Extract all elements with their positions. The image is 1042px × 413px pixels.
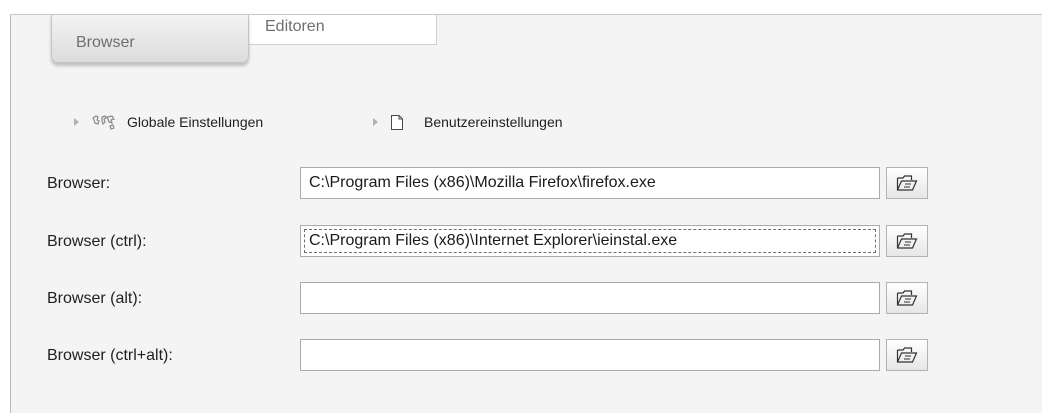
browser-browse-button[interactable] [886, 167, 928, 199]
breadcrumb-user-label: Benutzereinstellungen [424, 114, 563, 130]
tab-editoren-label: Editoren [265, 18, 325, 35]
open-folder-icon [896, 347, 918, 363]
breadcrumb-global-label: Globale Einstellungen [127, 114, 264, 130]
expand-arrow-icon [373, 118, 378, 126]
browser-path-input[interactable] [300, 167, 880, 199]
browser-alt-browse-button[interactable] [886, 282, 928, 314]
browser-alt-label: Browser (alt): [47, 290, 143, 307]
browser-ctrl-alt-label: Browser (ctrl+alt): [47, 347, 173, 364]
breadcrumb-user-settings[interactable]: Benutzereinstellungen [373, 110, 563, 134]
browser-label: Browser: [47, 175, 111, 192]
browser-ctrl-label: Browser (ctrl): [47, 233, 147, 250]
tab-browser-label: Browser [76, 34, 135, 51]
browser-ctrl-alt-path-input[interactable] [300, 339, 880, 371]
browser-ctrl-path-input[interactable] [300, 225, 880, 257]
page-icon [391, 114, 403, 130]
expand-arrow-icon [74, 118, 79, 126]
tab-editoren[interactable]: Editoren [245, 15, 437, 45]
browser-alt-path-input[interactable] [300, 282, 880, 314]
tab-browser[interactable]: Browser [51, 15, 249, 63]
browser-settings-panel: Editoren Browser Globale Einstellungen B… [10, 14, 1042, 413]
breadcrumb-global-settings[interactable]: Globale Einstellungen [74, 110, 263, 134]
open-folder-icon [896, 233, 918, 249]
world-map-icon [92, 115, 115, 130]
browser-ctrl-browse-button[interactable] [886, 225, 928, 257]
browser-ctrl-alt-browse-button[interactable] [886, 339, 928, 371]
open-folder-icon [896, 290, 918, 306]
open-folder-icon [896, 175, 918, 191]
